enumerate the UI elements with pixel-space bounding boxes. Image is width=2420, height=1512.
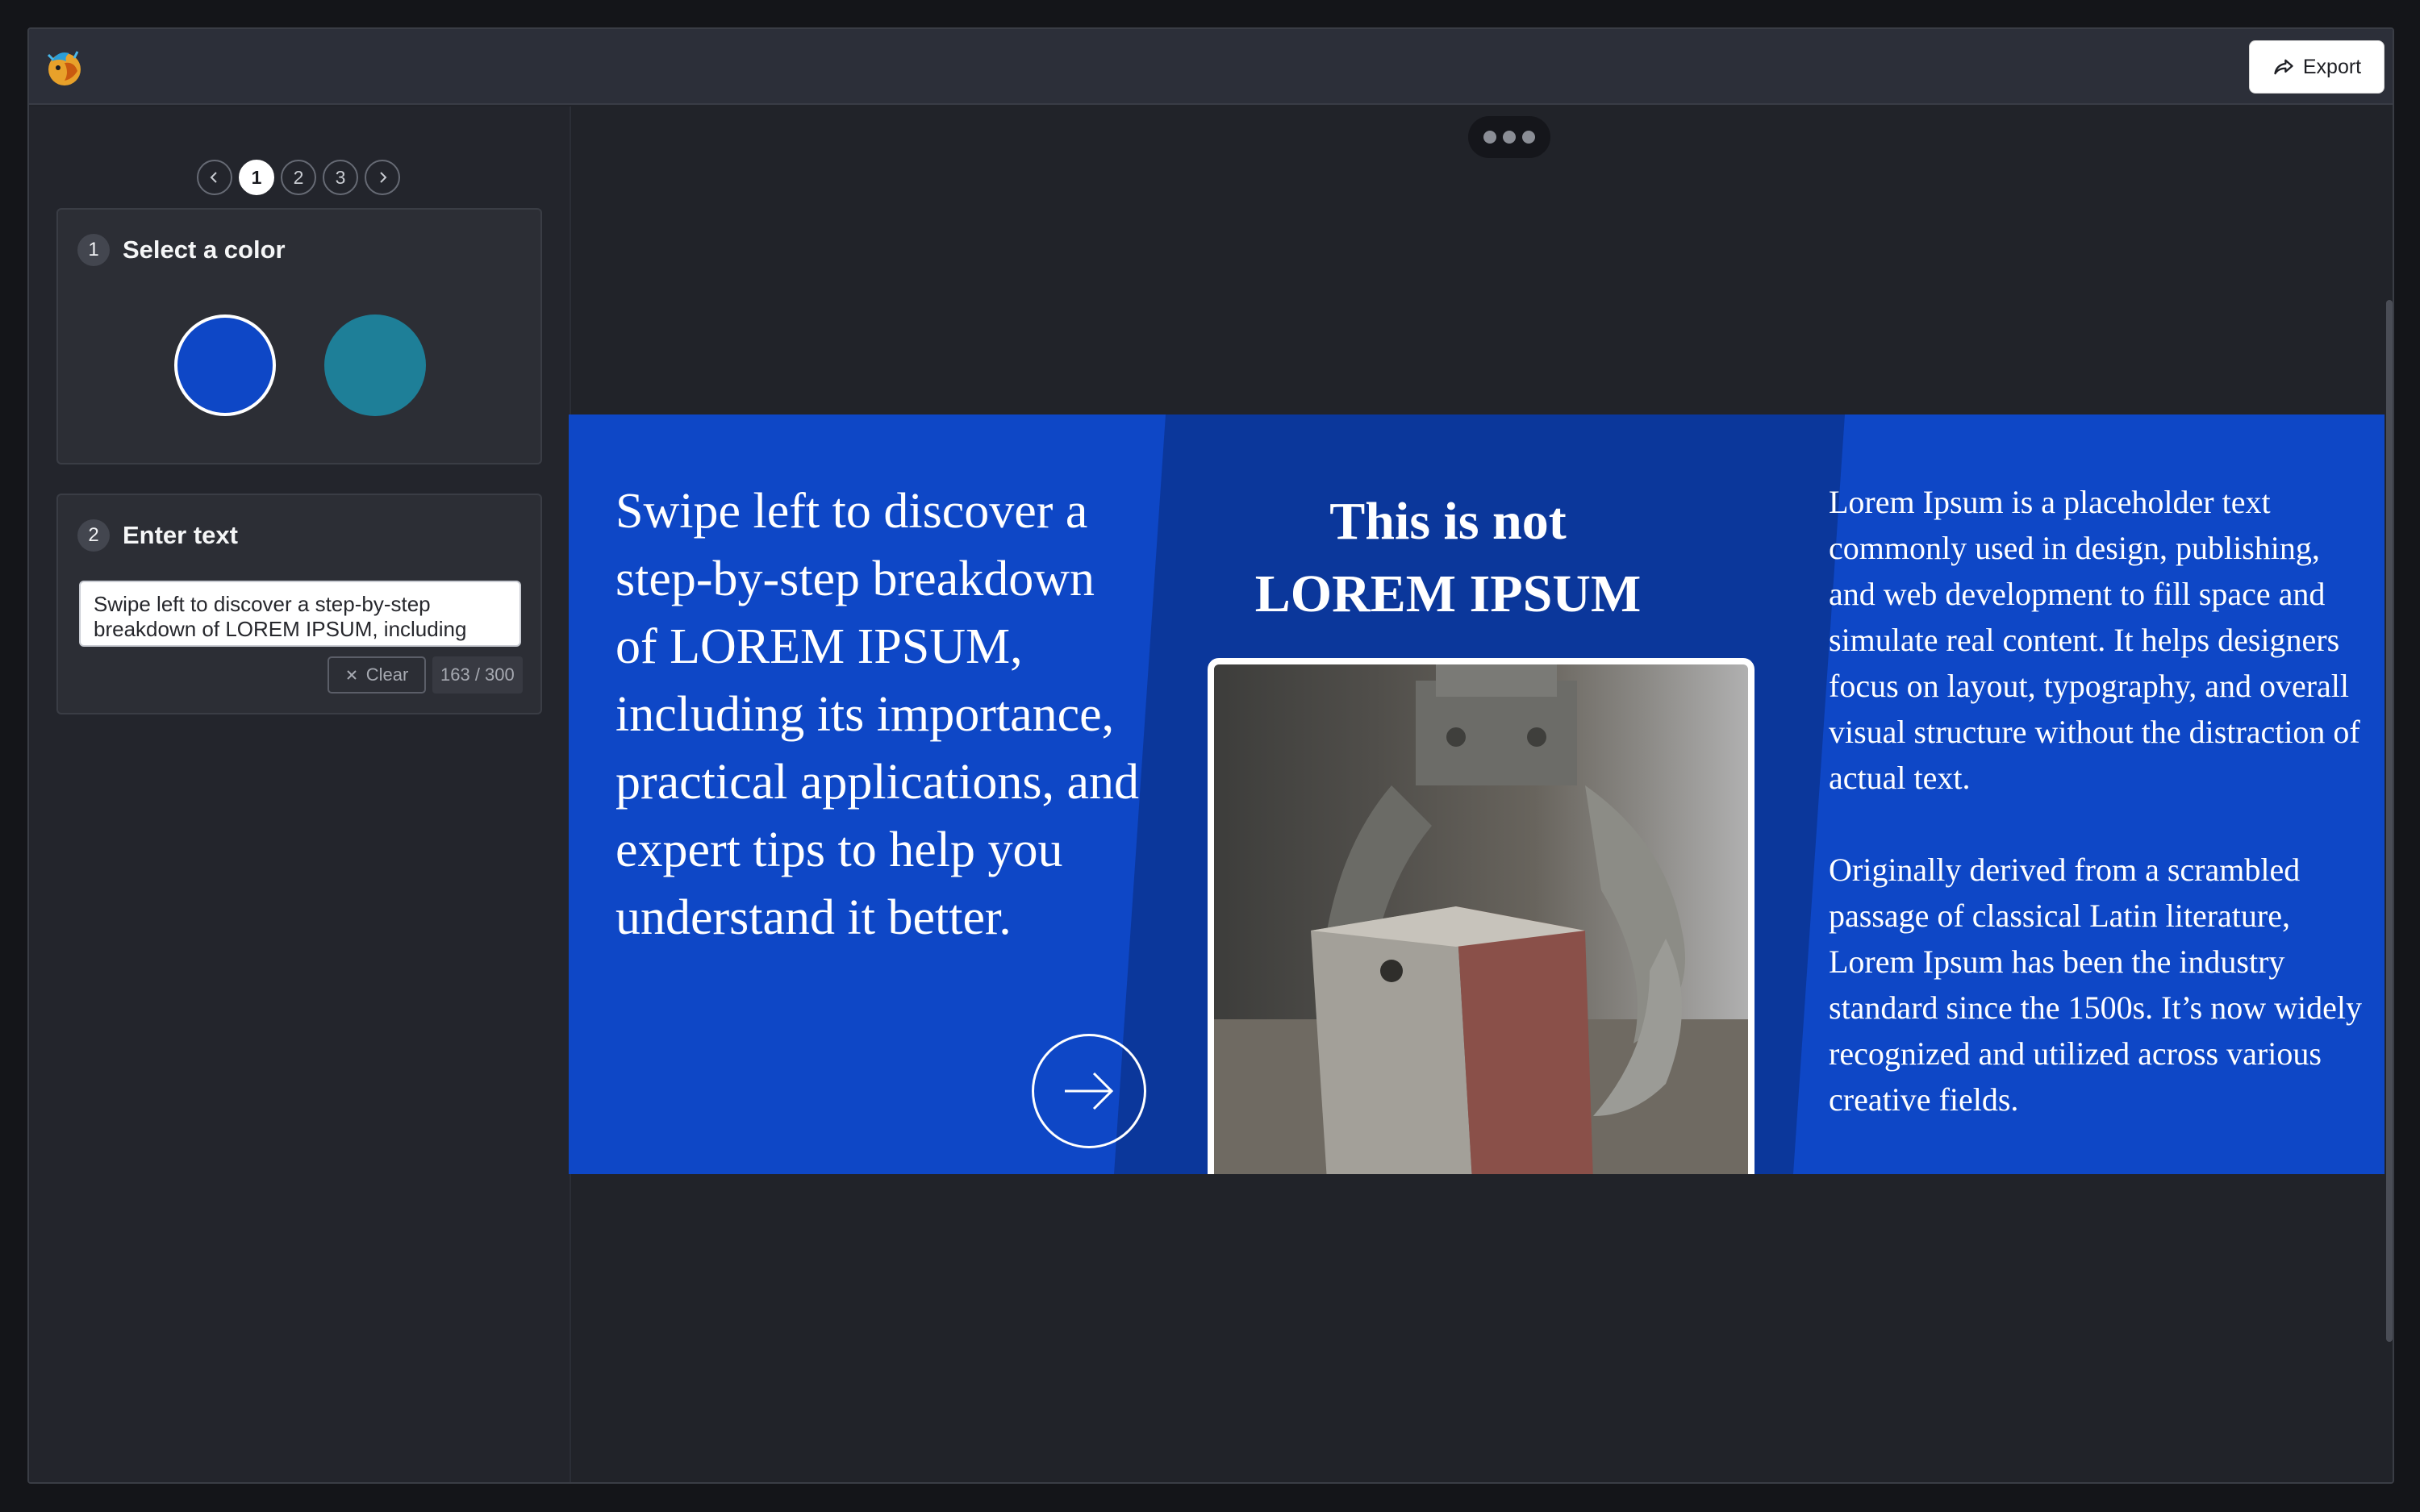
step-number: 1: [77, 234, 110, 266]
machinery-photo: [1208, 658, 1754, 1174]
body-paragraph-1: Lorem Ipsum is a placeholder text common…: [1829, 484, 2360, 796]
pager-prev-button[interactable]: [197, 160, 232, 195]
pager-next-button[interactable]: [365, 160, 400, 195]
slide-next-button[interactable]: [1032, 1034, 1146, 1148]
step-number: 2: [77, 519, 110, 552]
dot-icon: [1483, 131, 1496, 144]
arrow-right-icon: [1065, 1072, 1114, 1110]
export-label: Export: [2302, 55, 2362, 78]
chevron-left-icon: [210, 172, 217, 183]
sidebar: 1 2 3 1 Select a color 2 Enter text Swip…: [29, 106, 571, 1482]
pager-page-3[interactable]: 3: [323, 160, 358, 195]
slide-body-text: Lorem Ipsum is a placeholder text common…: [1829, 479, 2369, 1123]
pager-page-2[interactable]: 2: [281, 160, 316, 195]
chevron-right-icon: [380, 172, 387, 183]
pager-page-1[interactable]: 1: [239, 160, 274, 195]
character-count: 163 / 300: [432, 656, 523, 694]
slide-text-input[interactable]: Swipe left to discover a step-by-step br…: [79, 581, 521, 647]
slide-headline: This is not LOREM IPSUM: [1206, 485, 1690, 631]
text-step-card: 2 Enter text Swipe left to discover a st…: [56, 494, 542, 714]
export-button[interactable]: Export: [2249, 40, 2385, 94]
share-arrow-icon: [2274, 59, 2293, 75]
step-title: Enter text: [123, 521, 238, 549]
headline-line-2: LOREM IPSUM: [1254, 564, 1642, 623]
dot-icon: [1522, 131, 1535, 144]
body-paragraph-2: Originally derived from a scrambled pass…: [1829, 852, 2362, 1118]
clear-label: Clear: [365, 664, 409, 685]
clear-button[interactable]: Clear: [328, 656, 426, 694]
carousel-slide: Swipe left to discover a step-by-step br…: [569, 414, 2385, 1174]
step-title: Select a color: [123, 235, 286, 264]
color-swatch-teal[interactable]: [324, 314, 426, 416]
color-step-card: 1 Select a color: [56, 208, 542, 464]
slide-intro-text: Swipe left to discover a step-by-step br…: [615, 484, 1140, 945]
headline-line-1: This is not: [1329, 492, 1567, 551]
x-icon: [346, 670, 357, 680]
top-bar: Export: [29, 29, 2393, 105]
more-options-button[interactable]: [1468, 116, 1550, 158]
canvas-scrollbar[interactable]: [2386, 300, 2393, 1342]
color-swatch-blue[interactable]: [174, 314, 276, 416]
page-pager: 1 2 3: [197, 160, 400, 197]
app-logo-icon[interactable]: [40, 44, 89, 92]
dot-icon: [1503, 131, 1516, 144]
